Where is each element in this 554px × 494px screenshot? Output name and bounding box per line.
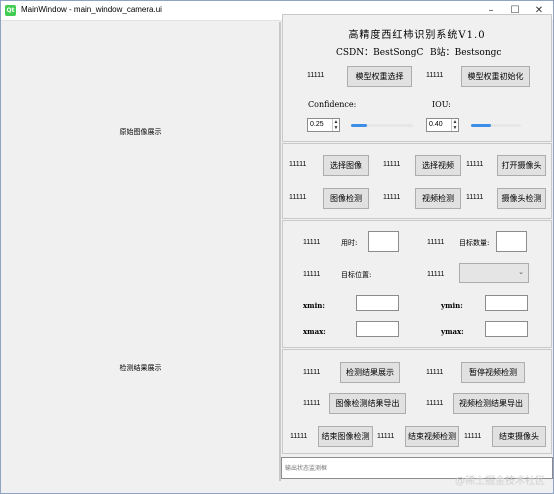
bilibili-label: B站：Bestsongc <box>430 48 502 58</box>
open-camera-button[interactable]: 打开摄像头 <box>497 155 546 176</box>
camera-detect-button[interactable]: 摄像头检测 <box>497 188 546 209</box>
select-video-button[interactable]: 选择视频 <box>415 155 461 176</box>
position-label: 目标位置: <box>341 271 372 279</box>
ymin-output <box>485 295 528 311</box>
original-image-pane: 原始图像展示 <box>4 23 277 255</box>
ymin-label: ymin: <box>441 301 463 310</box>
target-select[interactable]: ⌄ <box>459 263 529 283</box>
confidence-slider[interactable] <box>351 124 413 127</box>
image-detect-button[interactable]: 图像检测 <box>323 188 369 209</box>
watermark: @稀土掘金技术社区 <box>455 476 545 487</box>
ymax-label: ymax: <box>441 327 464 336</box>
output-control-group: 11111 检测结果展示 11111 暂停视频检测 11111 图像检测结果导出… <box>282 349 552 454</box>
pause-video-button[interactable]: 暂停视频检测 <box>461 362 525 383</box>
video-detect-button[interactable]: 视频检测 <box>415 188 461 209</box>
select-image-button[interactable]: 选择图像 <box>323 155 369 176</box>
count-output <box>496 231 527 252</box>
confidence-slider-fill <box>351 124 367 127</box>
confidence-spinbox[interactable]: 0.25 ▲ ▼ <box>307 118 340 132</box>
result-image-pane: 检测结果展示 <box>4 257 277 479</box>
input-num-3: 11111 <box>466 161 484 168</box>
model-num-2: 11111 <box>426 72 444 79</box>
time-output <box>368 231 399 252</box>
export-video-button[interactable]: 视频检测结果导出 <box>453 393 529 414</box>
info-num-2: 11111 <box>427 239 445 246</box>
app-title: 高精度西红柿识别系统V1.0 <box>348 30 486 41</box>
iou-spinbox[interactable]: 0.40 ▲ ▼ <box>426 118 459 132</box>
csdn-label: CSDN：BestSongC <box>336 48 424 58</box>
model-settings-group: 高精度西红柿识别系统V1.0 CSDN：BestSongC B站：Bestson… <box>282 14 552 142</box>
end-video-button[interactable]: 结束视频检测 <box>405 426 459 447</box>
time-label: 用时: <box>341 239 358 247</box>
original-image-label: 原始图像展示 <box>119 128 162 136</box>
output-num-4: 11111 <box>426 400 444 407</box>
output-num-5: 11111 <box>290 433 308 440</box>
main-window: Qt MainWindow - main_window_camera.ui – … <box>0 0 554 494</box>
show-results-button[interactable]: 检测结果展示 <box>340 362 400 383</box>
iou-slider[interactable] <box>471 124 521 127</box>
input-num-1: 11111 <box>289 161 307 168</box>
input-num-5: 11111 <box>383 194 401 201</box>
count-label: 目标数量: <box>459 239 490 247</box>
detection-info-group: 11111 用时: 11111 目标数量: 11111 目标位置: 11111 … <box>282 220 552 348</box>
output-num-6: 11111 <box>377 433 395 440</box>
xmin-output <box>356 295 399 311</box>
input-num-6: 11111 <box>466 194 484 201</box>
info-num-4: 11111 <box>427 271 445 278</box>
input-num-4: 11111 <box>289 194 307 201</box>
iou-spin-arrows[interactable]: ▲ ▼ <box>451 119 458 131</box>
qt-logo-icon: Qt <box>5 5 16 16</box>
input-num-2: 11111 <box>383 161 401 168</box>
iou-label: IOU: <box>432 100 451 109</box>
ymax-output <box>485 321 528 337</box>
confidence-value: 0.25 <box>310 121 324 128</box>
xmax-output <box>356 321 399 337</box>
result-image-label: 检测结果展示 <box>119 364 162 372</box>
window-title: MainWindow - main_window_camera.ui <box>21 5 162 14</box>
splitter[interactable] <box>279 22 281 481</box>
select-weights-button[interactable]: 模型权重选择 <box>347 66 412 87</box>
chevron-down-icon: ⌄ <box>518 268 524 276</box>
end-camera-button[interactable]: 结束摄像头 <box>492 426 546 447</box>
confidence-spin-arrows[interactable]: ▲ ▼ <box>332 119 339 131</box>
iou-slider-fill <box>471 124 491 127</box>
xmax-label: xmax: <box>303 327 326 336</box>
end-image-button[interactable]: 结束图像检测 <box>318 426 373 447</box>
export-image-button[interactable]: 图像检测结果导出 <box>329 393 406 414</box>
input-group: 11111 选择图像 11111 选择视频 11111 打开摄像头 11111 … <box>282 143 552 219</box>
init-model-button[interactable]: 模型权重初始化 <box>461 66 530 87</box>
output-num-3: 11111 <box>303 400 321 407</box>
xmin-label: xmin: <box>303 301 325 310</box>
output-num-2: 11111 <box>426 369 444 376</box>
iou-value: 0.40 <box>429 121 443 128</box>
output-num-1: 11111 <box>303 369 321 376</box>
output-num-7: 11111 <box>464 433 482 440</box>
info-num-3: 11111 <box>303 271 321 278</box>
model-num-1: 11111 <box>307 72 325 79</box>
confidence-label: Confidence: <box>308 100 357 109</box>
info-num-1: 11111 <box>303 239 321 246</box>
